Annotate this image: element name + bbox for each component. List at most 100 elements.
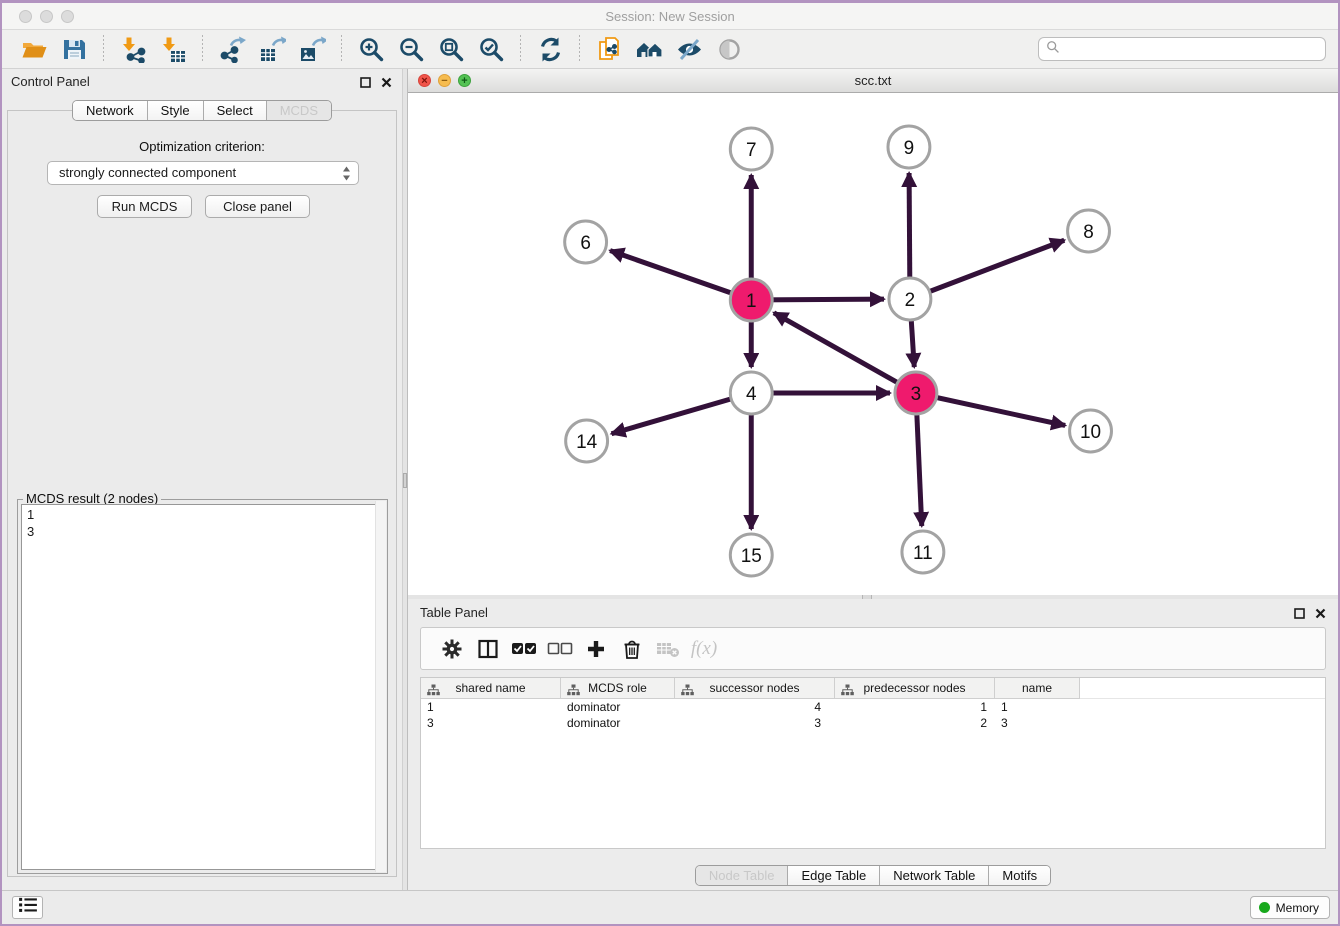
run-mcds-button[interactable]: Run MCDS (97, 195, 192, 218)
control-panel-float-icon[interactable] (360, 75, 371, 93)
duplicate-network-icon[interactable] (594, 34, 624, 64)
tab-select[interactable]: Select (204, 101, 267, 120)
hide-selected-icon[interactable] (674, 34, 704, 64)
tab-network[interactable]: Network (73, 101, 148, 120)
control-panel-close-icon[interactable] (381, 75, 392, 93)
delete-columns-icon[interactable] (614, 636, 650, 662)
tab-edge-table[interactable]: Edge Table (788, 866, 880, 885)
tab-style[interactable]: Style (148, 101, 204, 120)
save-session-icon[interactable] (59, 34, 89, 64)
optimization-criterion-label: Optimization criterion: (8, 139, 396, 154)
tab-node-table[interactable]: Node Table (696, 866, 789, 885)
table-cell-successor-nodes[interactable]: 3 (675, 715, 835, 731)
select-all-icon[interactable] (506, 636, 542, 662)
network-view-zoom-button[interactable]: + (458, 74, 471, 87)
graph-edge-3-10[interactable] (916, 393, 1065, 425)
toolbar-separator (520, 35, 521, 63)
tab-mcds[interactable]: MCDS (267, 101, 331, 120)
export-table-icon[interactable] (257, 34, 287, 64)
show-all-icon (714, 34, 744, 64)
network-view-title: scc.txt (408, 69, 1338, 92)
search-input[interactable] (1064, 42, 1318, 57)
graph-node-label-15: 15 (741, 546, 762, 567)
column-header-successor-nodes[interactable]: successor nodes (675, 678, 835, 699)
graph-node-label-7: 7 (746, 140, 757, 161)
column-header-predecessor-nodes[interactable]: predecessor nodes (835, 678, 995, 699)
graph-node-label-4: 4 (746, 384, 757, 405)
table-cell-predecessor-nodes[interactable]: 1 (835, 699, 995, 715)
network-view-close-button[interactable]: × (418, 74, 431, 87)
import-table-icon[interactable] (158, 34, 188, 64)
mcds-result-text[interactable]: 13 (21, 504, 384, 870)
window-titlebar: Session: New Session (2, 3, 1338, 30)
optimization-criterion-dropdown[interactable]: strongly connected component (47, 161, 359, 185)
graph-node-label-1: 1 (746, 291, 757, 312)
table-panel: Table Panel f(x) shared name MCDS role suc… (408, 599, 1338, 890)
new-column-icon[interactable] (578, 636, 614, 662)
delete-table-icon (650, 636, 686, 662)
show-columns-icon[interactable] (470, 636, 506, 662)
zoom-out-icon[interactable] (396, 34, 426, 64)
network-graph[interactable]: 7968124314101511 (408, 93, 1338, 595)
zoom-in-icon[interactable] (356, 34, 386, 64)
tab-motifs[interactable]: Motifs (989, 866, 1050, 885)
search-icon (1046, 40, 1060, 59)
column-header-filler (1080, 678, 1325, 699)
column-header-label: name (1022, 681, 1052, 695)
table-cell-name[interactable]: 3 (995, 715, 1080, 731)
graph-node-label-8: 8 (1083, 222, 1094, 243)
node-table: shared name MCDS role successor nodes prede… (420, 677, 1326, 849)
memory-button[interactable]: Memory (1250, 896, 1330, 919)
table-cell-mcds-role[interactable]: dominator (561, 715, 675, 731)
list-icon (18, 897, 38, 918)
table-mode-icon[interactable] (434, 636, 470, 662)
memory-label: Memory (1276, 901, 1319, 915)
export-image-icon[interactable] (297, 34, 327, 64)
main-toolbar (2, 30, 1338, 69)
refresh-icon[interactable] (535, 34, 565, 64)
graph-edge-2-8[interactable] (910, 240, 1064, 299)
table-row[interactable]: 3dominator323 (421, 715, 1325, 731)
toolbar-separator (202, 35, 203, 63)
network-view-traffic-lights: ×−+ (418, 74, 471, 87)
table-cell-shared-name[interactable]: 1 (421, 699, 561, 715)
network-view-window: ×−+ scc.txt 7968124314101511 (408, 69, 1338, 595)
control-panel-title: Control Panel (11, 74, 90, 89)
graph-node-label-9: 9 (904, 138, 915, 159)
column-header-label: MCDS role (588, 681, 647, 695)
table-cell-name[interactable]: 1 (995, 699, 1080, 715)
network-canvas[interactable]: 7968124314101511 (408, 93, 1338, 595)
export-network-icon[interactable] (217, 34, 247, 64)
graph-edge-3-1[interactable] (774, 313, 916, 393)
graph-node-label-3: 3 (911, 384, 922, 405)
function-builder-icon: f(x) (686, 636, 722, 662)
table-cell-predecessor-nodes[interactable]: 2 (835, 715, 995, 731)
tab-network-table[interactable]: Network Table (880, 866, 989, 885)
column-header-mcds-role[interactable]: MCDS role (561, 678, 675, 699)
toolbar-separator (103, 35, 104, 63)
table-panel-close-icon[interactable] (1315, 606, 1326, 624)
vertical-splitter-handle[interactable] (403, 473, 407, 488)
zoom-selected-icon[interactable] (476, 34, 506, 64)
table-cell-shared-name[interactable]: 3 (421, 715, 561, 731)
column-hierarchy-icon (681, 682, 694, 702)
network-view-titlebar: ×−+ scc.txt (408, 69, 1338, 93)
table-row[interactable]: 1dominator411 (421, 699, 1325, 715)
search-box[interactable] (1038, 37, 1326, 61)
import-network-icon[interactable] (118, 34, 148, 64)
deselect-all-icon[interactable] (542, 636, 578, 662)
table-panel-title: Table Panel (420, 605, 488, 620)
column-header-shared-name[interactable]: shared name (421, 678, 561, 699)
table-panel-float-icon[interactable] (1294, 606, 1305, 624)
network-view-minimize-button[interactable]: − (438, 74, 451, 87)
first-neighbors-icon[interactable] (634, 34, 664, 64)
column-header-name[interactable]: name (995, 678, 1080, 699)
close-panel-button[interactable]: Close panel (205, 195, 310, 218)
graph-node-label-2: 2 (905, 290, 916, 311)
open-session-icon[interactable] (19, 34, 49, 64)
zoom-fit-icon[interactable] (436, 34, 466, 64)
result-scrollbar[interactable] (375, 501, 386, 872)
task-history-button[interactable] (12, 896, 43, 919)
column-header-label: successor nodes (709, 681, 799, 695)
table-cell-successor-nodes[interactable]: 4 (675, 699, 835, 715)
